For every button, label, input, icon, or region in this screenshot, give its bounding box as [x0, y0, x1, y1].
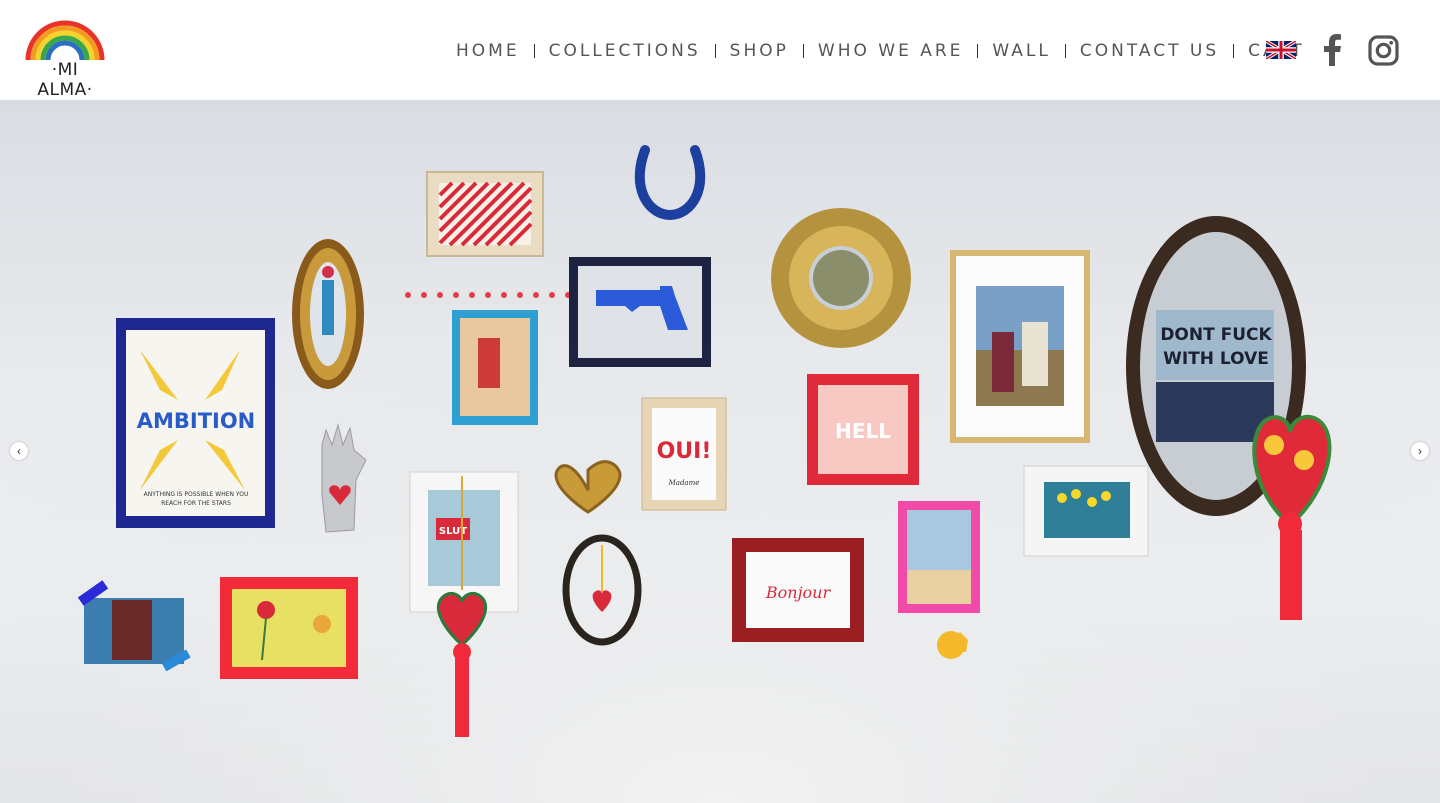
- rainbow-icon: [25, 20, 105, 61]
- oui-print: OUI! Madame: [641, 397, 727, 511]
- nav-contact-us[interactable]: CONTACT US: [1080, 41, 1219, 61]
- ambition-subtext-1: ANYTHING IS POSSIBLE WHEN YOU: [144, 491, 249, 498]
- yellow-flowers-frame: [1023, 465, 1149, 557]
- gallery-wall-image: AMBITION ANYTHING IS POSSIBLE WHEN YOU R…: [0, 100, 1440, 803]
- nav-divider: [1064, 44, 1066, 58]
- slut-text: SLUT: [439, 526, 467, 537]
- logo-text: ·MI ALMA·: [37, 60, 93, 100]
- hell-print: HELL: [807, 374, 919, 485]
- mi-alma-logo[interactable]: ·MI ALMA·: [24, 16, 106, 100]
- nav-home[interactable]: HOME: [456, 41, 520, 61]
- hell-text: HELL: [835, 419, 891, 443]
- nav-collections[interactable]: COLLECTIONS: [549, 41, 701, 61]
- nav-divider: [977, 44, 979, 58]
- mirror-text-line2: WITH LOVE: [1163, 349, 1269, 369]
- slider-prev-arrow[interactable]: ‹: [10, 442, 28, 460]
- nav-divider: [533, 44, 535, 58]
- ambition-text: AMBITION: [137, 409, 256, 433]
- nav-wall[interactable]: WALL: [992, 41, 1050, 61]
- bonjour-print: Bonjour: [732, 538, 864, 642]
- site-header: ·MI ALMA· HOME COLLECTIONS SHOP WHO WE A…: [0, 0, 1440, 100]
- oui-subtext: Madame: [668, 479, 700, 487]
- ambition-print: AMBITION ANYTHING IS POSSIBLE WHEN YOU R…: [116, 318, 275, 528]
- oui-text: OUI!: [657, 439, 712, 464]
- nav-shop[interactable]: SHOP: [730, 41, 789, 61]
- blue-photo-frame: [452, 310, 538, 425]
- nav-divider: [714, 44, 716, 58]
- instagram-icon[interactable]: [1368, 35, 1399, 66]
- mirror-text-line1: DONT FUCK: [1160, 325, 1272, 345]
- sunburst-mirror: [771, 208, 911, 348]
- nav-divider: [1233, 44, 1235, 58]
- ambition-subtext-2: REACH FOR THE STARS: [161, 500, 231, 507]
- bonjour-text: Bonjour: [765, 583, 832, 602]
- flower-print-frame: [220, 577, 358, 679]
- hero-slider: AMBITION ANYTHING IS POSSIBLE WHEN YOU R…: [0, 100, 1440, 803]
- main-nav: HOME COLLECTIONS SHOP WHO WE ARE WALL CO…: [456, 38, 1305, 64]
- uk-flag-icon[interactable]: [1266, 41, 1296, 59]
- nav-who-we-are[interactable]: WHO WE ARE: [818, 41, 964, 61]
- slut-photo-frame: SLUT: [409, 471, 519, 613]
- revolver-frame: [569, 257, 711, 367]
- slider-next-arrow[interactable]: ›: [1411, 442, 1429, 460]
- gold-oval-frame: [292, 239, 364, 389]
- facebook-icon[interactable]: [1322, 34, 1342, 66]
- peru-photo-frame: [950, 250, 1090, 443]
- nav-divider: [802, 44, 804, 58]
- striped-frame: [426, 171, 544, 257]
